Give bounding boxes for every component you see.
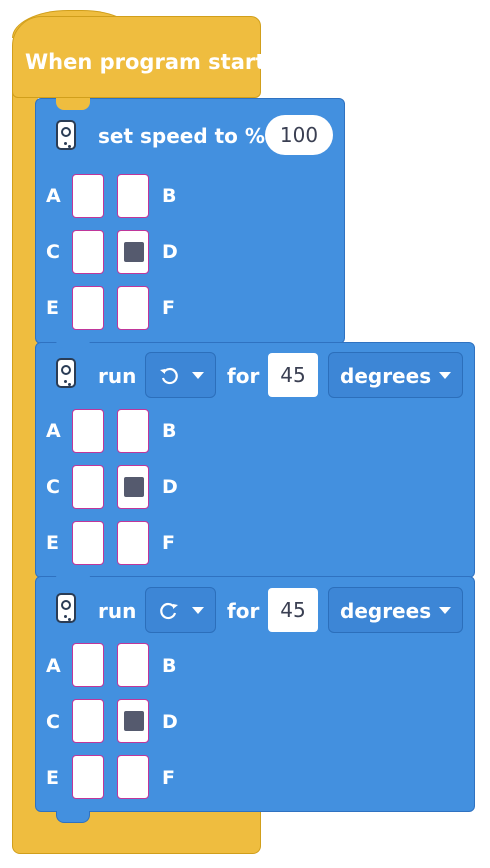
chevron-down-icon bbox=[192, 607, 204, 614]
port-label-b: B bbox=[162, 185, 177, 207]
port-label-f: F bbox=[162, 767, 175, 789]
port-label-e: E bbox=[46, 297, 59, 319]
unit-label: degrees bbox=[340, 599, 432, 623]
port-label-b: B bbox=[162, 655, 177, 677]
port-f-toggle[interactable] bbox=[117, 521, 149, 565]
port-label-f: F bbox=[162, 532, 175, 554]
port-a-toggle[interactable] bbox=[72, 174, 104, 218]
for-label: for bbox=[227, 599, 260, 623]
port-label-e: E bbox=[46, 532, 59, 554]
block-notch bbox=[56, 571, 90, 583]
port-label-e: E bbox=[46, 767, 59, 789]
port-a-toggle[interactable] bbox=[72, 409, 104, 453]
port-e-toggle[interactable] bbox=[72, 755, 104, 799]
chevron-down-icon bbox=[192, 372, 204, 379]
port-label-a: A bbox=[46, 420, 61, 442]
direction-dropdown[interactable] bbox=[145, 587, 216, 633]
run-label: run bbox=[98, 599, 137, 623]
port-c-toggle[interactable] bbox=[72, 230, 104, 274]
unit-dropdown[interactable]: degrees bbox=[328, 587, 463, 633]
port-b-toggle[interactable] bbox=[117, 643, 149, 687]
port-f-toggle[interactable] bbox=[117, 755, 149, 799]
port-label-d: D bbox=[162, 241, 178, 263]
motor-icon bbox=[56, 120, 76, 150]
port-d-toggle-selected[interactable] bbox=[117, 699, 149, 743]
port-d-toggle-selected[interactable] bbox=[117, 465, 149, 509]
motor-icon bbox=[56, 593, 76, 623]
port-b-toggle[interactable] bbox=[117, 174, 149, 218]
port-e-toggle[interactable] bbox=[72, 521, 104, 565]
port-label-c: C bbox=[46, 476, 60, 498]
program-c-bottom bbox=[12, 808, 261, 854]
chevron-down-icon bbox=[439, 607, 451, 614]
port-c-toggle[interactable] bbox=[72, 699, 104, 743]
port-label-a: A bbox=[46, 185, 61, 207]
direction-dropdown[interactable] bbox=[145, 352, 216, 398]
port-c-toggle[interactable] bbox=[72, 465, 104, 509]
clockwise-icon bbox=[160, 602, 178, 620]
port-label-c: C bbox=[46, 711, 60, 733]
block-notch-bottom bbox=[56, 811, 90, 823]
port-label-f: F bbox=[162, 297, 175, 319]
block-notch bbox=[56, 336, 90, 348]
port-d-toggle-selected[interactable] bbox=[117, 230, 149, 274]
unit-dropdown[interactable]: degrees bbox=[328, 352, 463, 398]
unit-label: degrees bbox=[340, 364, 432, 388]
amount-input[interactable]: 45 bbox=[268, 353, 318, 397]
port-b-toggle[interactable] bbox=[117, 409, 149, 453]
for-label: for bbox=[227, 364, 260, 388]
port-label-c: C bbox=[46, 241, 60, 263]
port-label-a: A bbox=[46, 655, 61, 677]
port-label-b: B bbox=[162, 420, 177, 442]
port-f-toggle[interactable] bbox=[117, 286, 149, 330]
run-label: run bbox=[98, 364, 137, 388]
port-a-toggle[interactable] bbox=[72, 643, 104, 687]
block-notch-top bbox=[56, 98, 90, 110]
port-e-toggle[interactable] bbox=[72, 286, 104, 330]
motor-icon bbox=[56, 358, 76, 388]
port-label-d: D bbox=[162, 711, 178, 733]
counterclockwise-icon bbox=[160, 367, 178, 385]
amount-input[interactable]: 45 bbox=[268, 588, 318, 632]
port-label-d: D bbox=[162, 476, 178, 498]
hat-title: When program starts bbox=[25, 50, 278, 74]
speed-value-input[interactable]: 100 bbox=[265, 115, 333, 155]
chevron-down-icon bbox=[439, 372, 451, 379]
set-speed-label: set speed to % bbox=[98, 124, 265, 148]
